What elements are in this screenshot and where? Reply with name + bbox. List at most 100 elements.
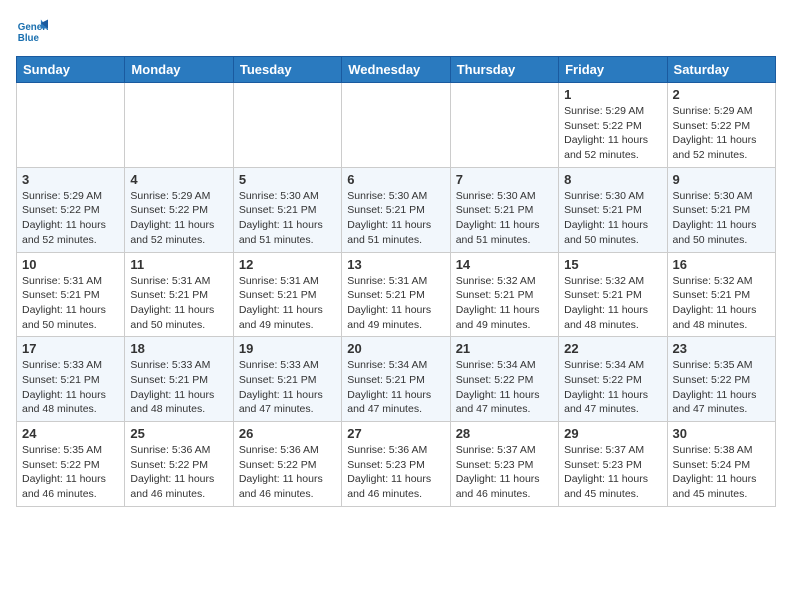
day-cell: 5 Sunrise: 5:30 AM Sunset: 5:21 PM Daylig… — [233, 167, 341, 252]
day-number: 17 — [22, 341, 119, 356]
day-info: Sunrise: 5:34 AM Sunset: 5:22 PM Dayligh… — [456, 358, 553, 417]
day-info: Sunrise: 5:29 AM Sunset: 5:22 PM Dayligh… — [673, 104, 770, 163]
day-cell: 3 Sunrise: 5:29 AM Sunset: 5:22 PM Daylig… — [17, 167, 125, 252]
day-info: Sunrise: 5:31 AM Sunset: 5:21 PM Dayligh… — [130, 274, 227, 333]
day-cell: 26 Sunrise: 5:36 AM Sunset: 5:22 PM Dayli… — [233, 422, 341, 507]
day-cell — [450, 83, 558, 168]
day-cell: 22 Sunrise: 5:34 AM Sunset: 5:22 PM Dayli… — [559, 337, 667, 422]
day-info: Sunrise: 5:34 AM Sunset: 5:22 PM Dayligh… — [564, 358, 661, 417]
day-cell: 20 Sunrise: 5:34 AM Sunset: 5:21 PM Dayli… — [342, 337, 450, 422]
day-number: 29 — [564, 426, 661, 441]
day-cell: 23Sunrise: 5:35 AM Sunset: 5:22 PM Dayli… — [667, 337, 775, 422]
day-info: Sunrise: 5:30 AM Sunset: 5:21 PM Dayligh… — [564, 189, 661, 248]
day-number: 18 — [130, 341, 227, 356]
day-number: 21 — [456, 341, 553, 356]
week-row-3: 10 Sunrise: 5:31 AM Sunset: 5:21 PM Dayli… — [17, 252, 776, 337]
day-number: 26 — [239, 426, 336, 441]
weekday-header-wednesday: Wednesday — [342, 57, 450, 83]
weekday-header-saturday: Saturday — [667, 57, 775, 83]
day-number: 5 — [239, 172, 336, 187]
day-cell: 11 Sunrise: 5:31 AM Sunset: 5:21 PM Dayli… — [125, 252, 233, 337]
day-info: Sunrise: 5:30 AM Sunset: 5:21 PM Dayligh… — [456, 189, 553, 248]
day-number: 14 — [456, 257, 553, 272]
day-number: 22 — [564, 341, 661, 356]
day-cell: 16 Sunrise: 5:32 AM Sunset: 5:21 PM Dayli… — [667, 252, 775, 337]
day-info: Sunrise: 5:30 AM Sunset: 5:21 PM Dayligh… — [673, 189, 770, 248]
day-number: 1 — [564, 87, 661, 102]
day-info: Sunrise: 5:31 AM Sunset: 5:21 PM Dayligh… — [239, 274, 336, 333]
day-number: 4 — [130, 172, 227, 187]
weekday-header-sunday: Sunday — [17, 57, 125, 83]
day-cell: 17 Sunrise: 5:33 AM Sunset: 5:21 PM Dayli… — [17, 337, 125, 422]
svg-text:Blue: Blue — [18, 33, 40, 44]
day-info: Sunrise: 5:29 AM Sunset: 5:22 PM Dayligh… — [22, 189, 119, 248]
day-cell: 15 Sunrise: 5:32 AM Sunset: 5:21 PM Dayli… — [559, 252, 667, 337]
day-number: 2 — [673, 87, 770, 102]
day-number: 7 — [456, 172, 553, 187]
day-info: Sunrise: 5:34 AM Sunset: 5:21 PM Dayligh… — [347, 358, 444, 417]
day-cell: 28 Sunrise: 5:37 AM Sunset: 5:23 PM Dayli… — [450, 422, 558, 507]
day-cell: 13 Sunrise: 5:31 AM Sunset: 5:21 PM Dayli… — [342, 252, 450, 337]
day-cell — [233, 83, 341, 168]
day-number: 13 — [347, 257, 444, 272]
day-number: 27 — [347, 426, 444, 441]
day-info: Sunrise: 5:30 AM Sunset: 5:21 PM Dayligh… — [239, 189, 336, 248]
weekday-header-row: SundayMondayTuesdayWednesdayThursdayFrid… — [17, 57, 776, 83]
day-info: Sunrise: 5:32 AM Sunset: 5:21 PM Dayligh… — [456, 274, 553, 333]
day-cell: 8 Sunrise: 5:30 AM Sunset: 5:21 PM Daylig… — [559, 167, 667, 252]
day-info: Sunrise: 5:36 AM Sunset: 5:22 PM Dayligh… — [239, 443, 336, 502]
day-info: Sunrise: 5:31 AM Sunset: 5:21 PM Dayligh… — [347, 274, 444, 333]
day-number: 10 — [22, 257, 119, 272]
day-info: Sunrise: 5:38 AM Sunset: 5:24 PM Dayligh… — [673, 443, 770, 502]
day-cell: 27 Sunrise: 5:36 AM Sunset: 5:23 PM Dayli… — [342, 422, 450, 507]
day-number: 24 — [22, 426, 119, 441]
weekday-header-tuesday: Tuesday — [233, 57, 341, 83]
weekday-header-monday: Monday — [125, 57, 233, 83]
day-cell: 19 Sunrise: 5:33 AM Sunset: 5:21 PM Dayli… — [233, 337, 341, 422]
day-cell: 4Sunrise: 5:29 AM Sunset: 5:22 PM Daylig… — [125, 167, 233, 252]
day-cell: 9Sunrise: 5:30 AM Sunset: 5:21 PM Daylig… — [667, 167, 775, 252]
weekday-header-friday: Friday — [559, 57, 667, 83]
day-cell — [125, 83, 233, 168]
day-number: 30 — [673, 426, 770, 441]
weekday-header-thursday: Thursday — [450, 57, 558, 83]
week-row-5: 24 Sunrise: 5:35 AM Sunset: 5:22 PM Dayli… — [17, 422, 776, 507]
day-number: 19 — [239, 341, 336, 356]
day-info: Sunrise: 5:32 AM Sunset: 5:21 PM Dayligh… — [564, 274, 661, 333]
day-cell: 1 Sunrise: 5:29 AM Sunset: 5:22 PM Daylig… — [559, 83, 667, 168]
page-header: General Blue — [16, 16, 776, 48]
day-number: 11 — [130, 257, 227, 272]
day-info: Sunrise: 5:35 AM Sunset: 5:22 PM Dayligh… — [673, 358, 770, 417]
day-number: 28 — [456, 426, 553, 441]
day-info: Sunrise: 5:33 AM Sunset: 5:21 PM Dayligh… — [239, 358, 336, 417]
day-info: Sunrise: 5:33 AM Sunset: 5:21 PM Dayligh… — [22, 358, 119, 417]
day-cell: 14 Sunrise: 5:32 AM Sunset: 5:21 PM Dayli… — [450, 252, 558, 337]
day-number: 3 — [22, 172, 119, 187]
day-info: Sunrise: 5:36 AM Sunset: 5:23 PM Dayligh… — [347, 443, 444, 502]
day-info: Sunrise: 5:36 AM Sunset: 5:22 PM Dayligh… — [130, 443, 227, 502]
week-row-1: 1 Sunrise: 5:29 AM Sunset: 5:22 PM Daylig… — [17, 83, 776, 168]
week-row-4: 17 Sunrise: 5:33 AM Sunset: 5:21 PM Dayli… — [17, 337, 776, 422]
day-cell: 21 Sunrise: 5:34 AM Sunset: 5:22 PM Dayli… — [450, 337, 558, 422]
day-info: Sunrise: 5:29 AM Sunset: 5:22 PM Dayligh… — [564, 104, 661, 163]
day-info: Sunrise: 5:37 AM Sunset: 5:23 PM Dayligh… — [564, 443, 661, 502]
day-info: Sunrise: 5:37 AM Sunset: 5:23 PM Dayligh… — [456, 443, 553, 502]
day-cell: 7 Sunrise: 5:30 AM Sunset: 5:21 PM Daylig… — [450, 167, 558, 252]
day-number: 20 — [347, 341, 444, 356]
day-cell: 18Sunrise: 5:33 AM Sunset: 5:21 PM Dayli… — [125, 337, 233, 422]
day-number: 12 — [239, 257, 336, 272]
day-number: 16 — [673, 257, 770, 272]
day-cell: 6Sunrise: 5:30 AM Sunset: 5:21 PM Daylig… — [342, 167, 450, 252]
day-cell: 30 Sunrise: 5:38 AM Sunset: 5:24 PM Dayli… — [667, 422, 775, 507]
day-info: Sunrise: 5:32 AM Sunset: 5:21 PM Dayligh… — [673, 274, 770, 333]
day-cell — [17, 83, 125, 168]
day-number: 15 — [564, 257, 661, 272]
day-number: 25 — [130, 426, 227, 441]
day-number: 8 — [564, 172, 661, 187]
day-info: Sunrise: 5:35 AM Sunset: 5:22 PM Dayligh… — [22, 443, 119, 502]
day-cell: 10Sunrise: 5:31 AM Sunset: 5:21 PM Dayli… — [17, 252, 125, 337]
week-row-2: 3 Sunrise: 5:29 AM Sunset: 5:22 PM Daylig… — [17, 167, 776, 252]
logo-icon: General Blue — [16, 16, 48, 48]
day-cell: 12 Sunrise: 5:31 AM Sunset: 5:21 PM Dayli… — [233, 252, 341, 337]
day-cell: 24 Sunrise: 5:35 AM Sunset: 5:22 PM Dayli… — [17, 422, 125, 507]
